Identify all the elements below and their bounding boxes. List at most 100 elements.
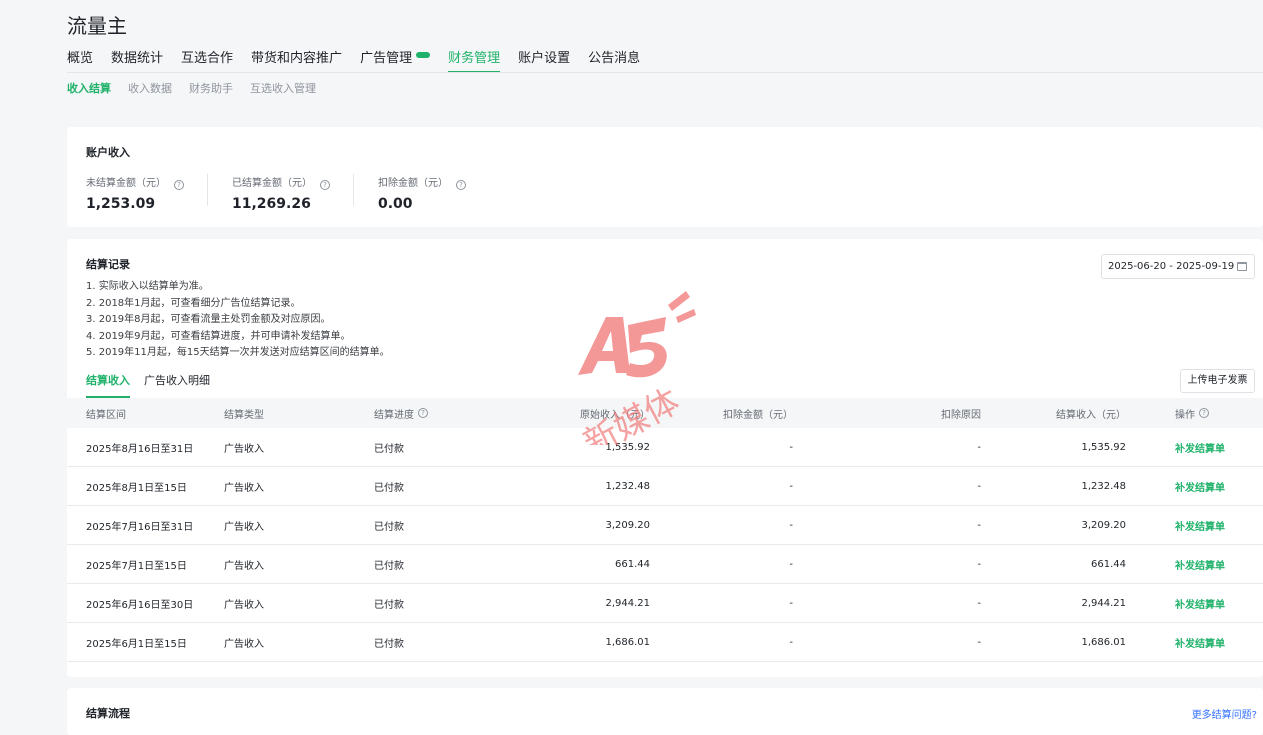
nav-item-announcements[interactable]: 公告消息 <box>588 49 640 73</box>
subnav-item-finance-assistant[interactable]: 财务助手 <box>189 80 233 96</box>
reissue-statement-link[interactable]: 补发结算单 <box>1175 506 1225 544</box>
stat-label: 已结算金额（元） <box>232 178 312 189</box>
subnav-item-income-settlement[interactable]: 收入结算 <box>67 80 111 96</box>
cell-settled: 2,944.21 <box>1081 597 1126 609</box>
cell-settled: 1,686.01 <box>1081 636 1126 648</box>
records-tabs: 结算收入 广告收入明细 <box>86 372 224 398</box>
reissue-statement-link[interactable]: 补发结算单 <box>1175 467 1225 505</box>
cell-deduction: - <box>789 597 793 609</box>
stat-divider <box>353 174 354 206</box>
stat-deducted: 扣除金额（元）? 0.00 <box>378 174 466 212</box>
cell-original: 1,535.92 <box>605 441 650 453</box>
stat-unsettled: 未结算金额（元）? 1,253.09 <box>86 174 184 212</box>
cell-status: 已付款 <box>374 638 404 650</box>
table-row: 2025年6月16日至30日 广告收入 已付款 2,944.21 - - 2,9… <box>67 584 1263 623</box>
reissue-statement-link[interactable]: 补发结算单 <box>1175 428 1225 466</box>
nav-label: 概览 <box>67 51 94 66</box>
table-header: 结算区间 结算类型 结算进度? 原始收入（元） 扣除金额（元） 扣除原因 结算收… <box>67 398 1263 428</box>
calendar-icon <box>1237 262 1247 271</box>
help-icon[interactable]: ? <box>418 408 428 418</box>
subnav-item-income-data[interactable]: 收入数据 <box>128 80 172 96</box>
tab-settled-income[interactable]: 结算收入 <box>86 372 130 398</box>
column-header: 结算进度? <box>374 398 428 428</box>
nav-item-account-settings[interactable]: 账户设置 <box>518 49 570 73</box>
nav-item-mutual-cooperation[interactable]: 互选合作 <box>181 49 233 73</box>
table-row: 2025年7月1日至15日 广告收入 已付款 661.44 - - 661.44… <box>67 545 1263 584</box>
nav-item-finance[interactable]: 财务管理 <box>448 49 501 73</box>
cell-original: 1,686.01 <box>605 636 650 648</box>
column-header: 操作? <box>1175 398 1209 428</box>
settlement-records-card: 结算记录 2025-06-20 - 2025-09-19 1. 实际收入以结算单… <box>67 239 1263 677</box>
app-title: 流量主 <box>67 14 127 38</box>
column-header: 扣除原因 <box>941 409 981 421</box>
cell-status: 已付款 <box>374 443 404 455</box>
note-line: 5. 2019年11月起，每15天结算一次并发送对应结算区间的结算单。 <box>86 347 390 358</box>
cell-status: 已付款 <box>374 599 404 611</box>
reissue-statement-link[interactable]: 补发结算单 <box>1175 545 1225 583</box>
nav-item-ad-management[interactable]: 广告管理 <box>360 49 431 73</box>
cell-status: 已付款 <box>374 521 404 533</box>
nav-label: 公告消息 <box>588 51 641 66</box>
help-icon[interactable]: ? <box>1199 408 1209 418</box>
cell-settled: 3,209.20 <box>1081 519 1126 531</box>
tab-ad-income-detail[interactable]: 广告收入明细 <box>144 372 210 398</box>
account-income-card: 账户收入 未结算金额（元）? 1,253.09 已结算金额（元）? 11,269… <box>67 127 1263 227</box>
cell-deduction: - <box>789 480 793 492</box>
reissue-statement-link[interactable]: 补发结算单 <box>1175 623 1225 661</box>
nav-item-data-stats[interactable]: 数据统计 <box>111 49 163 73</box>
nav-label: 广告管理 <box>360 51 413 66</box>
cell-settled: 1,232.48 <box>1081 480 1126 492</box>
cell-original: 2,944.21 <box>605 597 650 609</box>
cell-reason: - <box>977 558 981 570</box>
cell-reason: - <box>977 597 981 609</box>
sub-nav: 收入结算 收入数据 财务助手 互选收入管理 <box>67 80 333 96</box>
cell-period: 2025年6月16日至30日 <box>86 599 194 611</box>
column-header: 结算类型 <box>224 409 264 421</box>
cell-reason: - <box>977 441 981 453</box>
cell-reason: - <box>977 636 981 648</box>
cell-deduction: - <box>789 519 793 531</box>
note-line: 3. 2019年8月起，可查看流量主处罚金额及对应原因。 <box>86 314 331 325</box>
cell-type: 广告收入 <box>224 443 264 455</box>
nav-item-promotion[interactable]: 带货和内容推广 <box>251 49 342 73</box>
cell-type: 广告收入 <box>224 482 264 494</box>
note-line: 1. 实际收入以结算单为准。 <box>86 281 209 292</box>
cell-settled: 1,535.92 <box>1081 441 1126 453</box>
note-line: 4. 2019年9月起，可查看结算进度，并可申请补发结算单。 <box>86 330 351 342</box>
new-badge <box>416 52 431 58</box>
cell-deduction: - <box>789 636 793 648</box>
account-income-title: 账户收入 <box>86 146 130 159</box>
cell-original: 3,209.20 <box>605 519 650 531</box>
cell-status: 已付款 <box>374 482 404 494</box>
table-row: 2025年8月1日至15日 广告收入 已付款 1,232.48 - - 1,23… <box>67 467 1263 506</box>
cell-period: 2025年8月16日至31日 <box>86 443 194 455</box>
help-icon[interactable]: ? <box>456 180 466 190</box>
cell-reason: - <box>977 480 981 492</box>
settlement-records-title: 结算记录 <box>86 258 130 271</box>
upload-invoice-button[interactable]: 上传电子发票 <box>1180 369 1255 393</box>
help-icon[interactable]: ? <box>320 180 330 190</box>
subnav-item-mutual-income[interactable]: 互选收入管理 <box>250 80 316 96</box>
stat-label: 扣除金额（元） <box>378 178 448 189</box>
nav-label: 账户设置 <box>518 51 571 66</box>
nav-item-overview[interactable]: 概览 <box>67 49 93 73</box>
date-range-value: 2025-06-20 - 2025-09-19 <box>1108 261 1235 272</box>
nav-label: 数据统计 <box>111 51 164 66</box>
column-header: 结算收入（元） <box>1056 409 1126 421</box>
cell-reason: - <box>977 519 981 531</box>
column-header: 结算区间 <box>86 409 126 421</box>
table-row: 2025年8月16日至31日 广告收入 已付款 1,535.92 - - 1,5… <box>67 428 1263 467</box>
column-header-label: 结算进度 <box>374 409 414 421</box>
table-row: 2025年6月1日至15日 广告收入 已付款 1,686.01 - - 1,68… <box>67 623 1263 662</box>
cell-original: 1,232.48 <box>605 480 650 492</box>
settlement-flow-title: 结算流程 <box>86 707 130 720</box>
help-icon[interactable]: ? <box>174 180 184 190</box>
date-range-picker[interactable]: 2025-06-20 - 2025-09-19 <box>1101 254 1255 279</box>
more-settlement-questions-link[interactable]: 更多结算问题? <box>1192 706 1257 721</box>
nav-divider <box>67 72 1263 73</box>
reissue-statement-link[interactable]: 补发结算单 <box>1175 584 1225 622</box>
settlement-notes: 1. 实际收入以结算单为准。 2. 2018年1月起，可查看细分广告位结算记录。… <box>86 279 390 362</box>
stat-value: 1,253.09 <box>86 196 156 212</box>
stat-label: 未结算金额（元） <box>86 178 166 189</box>
cell-period: 2025年8月1日至15日 <box>86 482 187 494</box>
